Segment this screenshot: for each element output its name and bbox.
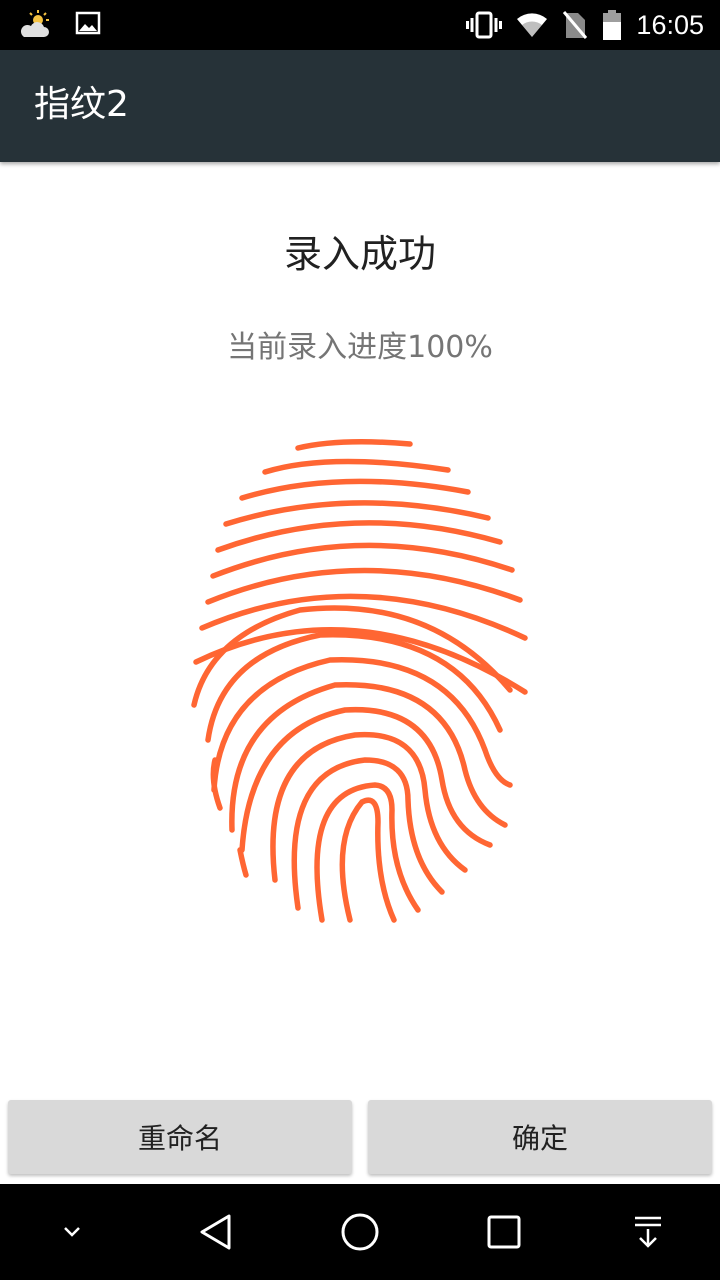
vibrate-icon bbox=[466, 11, 503, 39]
weather-icon bbox=[20, 10, 49, 37]
navigation-bar bbox=[0, 1184, 720, 1280]
fingerprint-icon bbox=[191, 439, 528, 923]
home-icon bbox=[341, 1213, 379, 1251]
battery-icon bbox=[603, 10, 622, 40]
page-title: 指纹2 bbox=[34, 84, 129, 125]
wifi-icon bbox=[517, 13, 548, 37]
confirm-button[interactable]: 确定 bbox=[368, 1100, 712, 1174]
recents-button[interactable] bbox=[472, 1202, 536, 1262]
home-button[interactable] bbox=[328, 1202, 392, 1262]
back-button[interactable] bbox=[184, 1202, 248, 1262]
status-time: 16:05 bbox=[636, 10, 704, 40]
enroll-progress-text: 当前录入进度100% bbox=[227, 330, 493, 365]
hide-keyboard-button[interactable] bbox=[40, 1202, 104, 1262]
notification-pull-icon bbox=[635, 1216, 661, 1248]
image-icon bbox=[75, 11, 101, 35]
enroll-status-headline: 录入成功 bbox=[283, 232, 436, 276]
notification-pull-button[interactable] bbox=[616, 1202, 680, 1262]
status-bar: 16:05 bbox=[0, 0, 720, 50]
recents-icon bbox=[487, 1215, 521, 1249]
back-icon bbox=[200, 1214, 231, 1250]
no-sim-icon bbox=[563, 11, 588, 39]
rename-button[interactable]: 重命名 bbox=[8, 1100, 352, 1174]
app-bar: 指纹2 bbox=[0, 50, 720, 162]
hide-keyboard-icon bbox=[64, 1227, 80, 1237]
